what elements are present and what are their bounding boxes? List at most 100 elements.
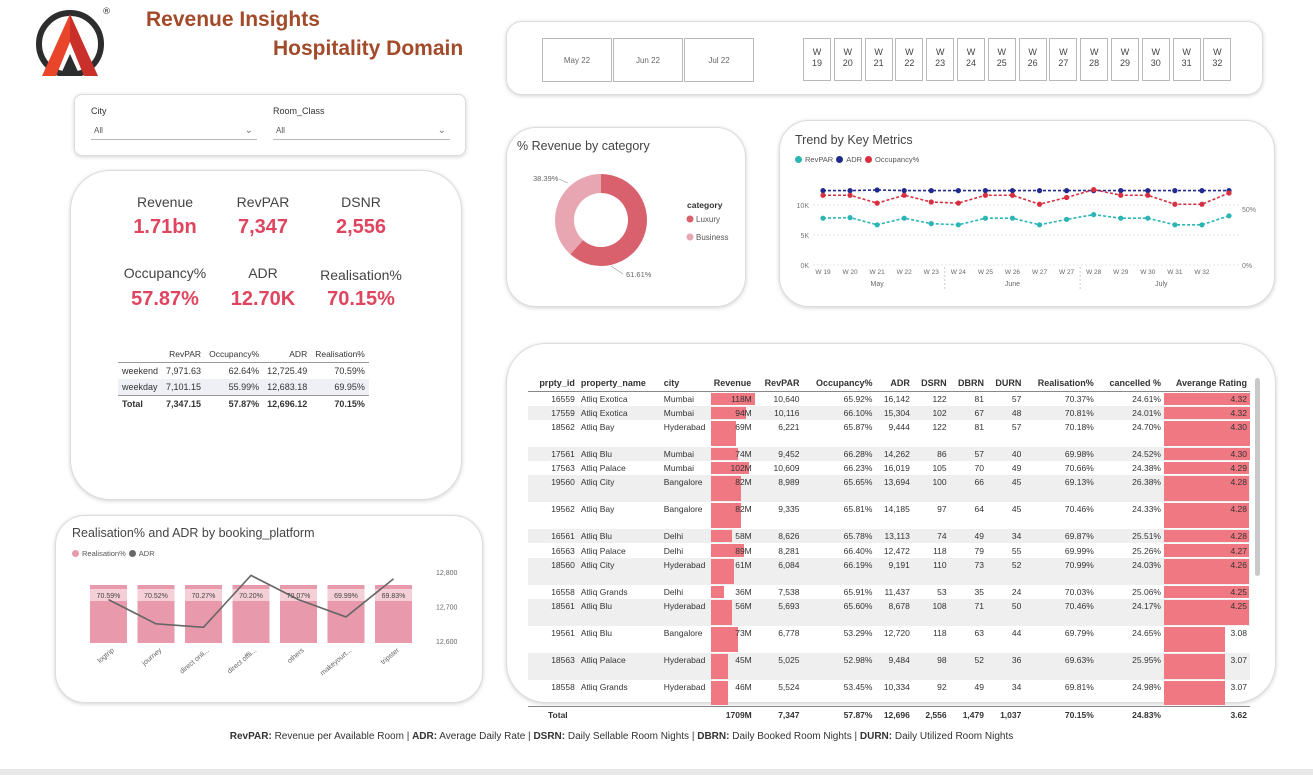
city-filter-dropdown[interactable]: All ⌄ [91, 122, 257, 140]
data-point[interactable] [1226, 213, 1232, 219]
data-point[interactable] [955, 200, 961, 206]
data-point[interactable] [874, 200, 880, 206]
table-row[interactable]: 16563 Atliq Palace Delhi 89M 8,281 66.40% 12,4… [528, 543, 1250, 557]
data-point[interactable] [982, 188, 988, 194]
week-slicer-item[interactable]: W 26 [1018, 38, 1047, 81]
week-slicer-item[interactable]: W 20 [833, 38, 862, 81]
table-row[interactable]: weekend 7,971.63 62.64% 12,725.49 70.59% [118, 363, 369, 380]
data-point[interactable] [1091, 187, 1097, 193]
data-point[interactable] [1036, 222, 1043, 228]
table-row[interactable]: 18558 Atliq Grands Hyderabad 46M 5,524 53.45%… [528, 680, 1250, 707]
table-row[interactable]: 17559 Atliq Exotica Mumbai 94M 10,116 66.10% 1… [528, 405, 1250, 420]
column-header[interactable]: Occupancy% [802, 375, 876, 392]
data-point[interactable] [847, 192, 853, 198]
data-point[interactable] [847, 188, 853, 194]
table-row[interactable]: 16559 Atliq Exotica Mumbai 118M 10,640 65.92%… [528, 392, 1250, 406]
data-point[interactable] [874, 222, 880, 228]
data-point[interactable] [901, 188, 907, 194]
data-point[interactable] [1009, 188, 1016, 194]
column-header[interactable]: ADR [263, 346, 312, 363]
data-point[interactable] [1118, 192, 1124, 198]
data-point[interactable] [820, 188, 826, 194]
data-point[interactable] [820, 215, 826, 221]
data-point[interactable] [1009, 192, 1016, 198]
data-point[interactable] [1091, 212, 1097, 218]
data-point[interactable] [1172, 222, 1178, 228]
table-row[interactable]: 19562 Atliq Bay Bangalore 82M 9,335 65.81% 14,… [528, 502, 1250, 529]
data-point[interactable] [928, 221, 934, 227]
week-slicer-item[interactable]: W 29 [1111, 38, 1139, 81]
data-point[interactable] [847, 215, 853, 221]
table-row[interactable]: 17563 Atliq Palace Mumbai 102M 10,609 66.23% 1… [528, 461, 1250, 475]
week-slicer-item[interactable]: W 31 [1172, 38, 1201, 81]
column-header[interactable]: property_name [577, 375, 661, 392]
column-header[interactable]: ADR [875, 375, 913, 392]
table-row[interactable]: 16558 Atliq Grands Delhi 36M 7,538 65.91% 11,4… [528, 585, 1250, 599]
data-point[interactable] [928, 188, 934, 194]
table-row[interactable]: 18563 Atliq Palace Hyderabad 45M 5,025 52.98%… [528, 652, 1250, 680]
data-point[interactable] [1064, 216, 1070, 222]
data-point[interactable] [982, 215, 988, 221]
data-point[interactable] [1064, 194, 1070, 201]
column-header[interactable]: RevPAR [162, 346, 206, 363]
data-point[interactable] [1118, 215, 1124, 221]
week-slicer-item[interactable]: W 23 [926, 38, 955, 81]
column-header[interactable] [118, 346, 163, 363]
column-header[interactable]: prpty_id [528, 375, 578, 392]
table-row[interactable]: 16561 Atliq Blu Delhi 58M 8,626 65.78% 13,113 7… [528, 529, 1250, 544]
room-class-filter-dropdown[interactable]: All ⌄ [273, 122, 450, 140]
week-slicer-item[interactable]: W 28 [1080, 38, 1109, 81]
column-header[interactable]: DBRN [949, 375, 987, 392]
data-point[interactable] [1009, 215, 1016, 221]
data-point[interactable] [1145, 192, 1151, 198]
table-row[interactable]: 18561 Atliq Blu Hyderabad 56M 5,693 65.60% 8,6… [528, 598, 1250, 626]
week-slicer-item[interactable]: W 22 [895, 38, 924, 81]
data-point[interactable] [1036, 188, 1043, 194]
data-point[interactable] [1199, 188, 1205, 194]
column-header[interactable]: DURN [986, 375, 1025, 392]
table-scrollbar[interactable] [1255, 378, 1260, 576]
donut-slice-business[interactable] [555, 174, 601, 255]
column-header[interactable]: Averange Rating [1164, 375, 1250, 392]
week-slicer-item[interactable]: W 19 [803, 38, 831, 81]
table-row[interactable]: 17561 Atliq Blu Mumbai 74M 9,452 66.28% 14,262… [528, 446, 1250, 462]
data-point[interactable] [820, 192, 826, 198]
table-row[interactable]: 18562 Atliq Bay Hyderabad 69M 6,221 65.87% 9,4… [528, 420, 1250, 447]
column-header[interactable]: DSRN [912, 375, 950, 392]
data-point[interactable] [1172, 188, 1178, 194]
data-point[interactable] [1064, 188, 1070, 194]
column-header[interactable]: RevPAR [754, 375, 803, 392]
data-point[interactable] [1118, 188, 1124, 194]
column-header[interactable]: Realisation% [311, 346, 369, 363]
table-row[interactable]: 19561 Atliq Blu Bangalore 73M 6,778 53.29% 12,… [528, 626, 1250, 653]
month-slicer-item[interactable]: Jul 22 [684, 38, 754, 82]
column-header[interactable]: Realisation% [1024, 375, 1097, 392]
table-row[interactable]: 19560 Atliq City Bangalore 82M 8,989 65.65% 13… [528, 475, 1250, 503]
week-slicer-item[interactable]: W 21 [864, 38, 893, 81]
column-header[interactable]: Revenue [710, 375, 755, 392]
data-point[interactable] [1145, 215, 1151, 221]
week-slicer-item[interactable]: W 32 [1203, 38, 1232, 81]
data-point[interactable] [1226, 190, 1232, 196]
data-point[interactable] [1172, 201, 1178, 207]
data-point[interactable] [874, 187, 880, 193]
column-header[interactable]: cancelled % [1096, 375, 1164, 392]
table-row[interactable]: 18560 Atliq City Hyderabad 61M 6,084 66.19% 9,… [528, 557, 1250, 585]
data-point[interactable] [1145, 188, 1151, 194]
data-point[interactable] [955, 222, 961, 228]
data-point[interactable] [982, 192, 988, 198]
week-slicer-item[interactable]: W 27 [1049, 38, 1078, 81]
data-point[interactable] [928, 199, 934, 205]
week-slicer-item[interactable]: W 30 [1141, 38, 1170, 81]
column-header[interactable]: city [660, 375, 711, 392]
month-slicer-item[interactable]: Jun 22 [613, 38, 683, 82]
data-point[interactable] [955, 188, 961, 194]
week-slicer-item[interactable]: W 24 [957, 38, 985, 81]
data-point[interactable] [1199, 201, 1205, 207]
data-point[interactable] [901, 215, 907, 221]
data-point[interactable] [901, 192, 907, 198]
column-header[interactable]: Occupancy% [205, 346, 264, 363]
data-point[interactable] [1199, 222, 1205, 228]
table-row[interactable]: weekday 7,101.15 55.99% 12,683.18 69.95% [118, 379, 369, 396]
week-slicer-item[interactable]: W 25 [987, 38, 1016, 81]
